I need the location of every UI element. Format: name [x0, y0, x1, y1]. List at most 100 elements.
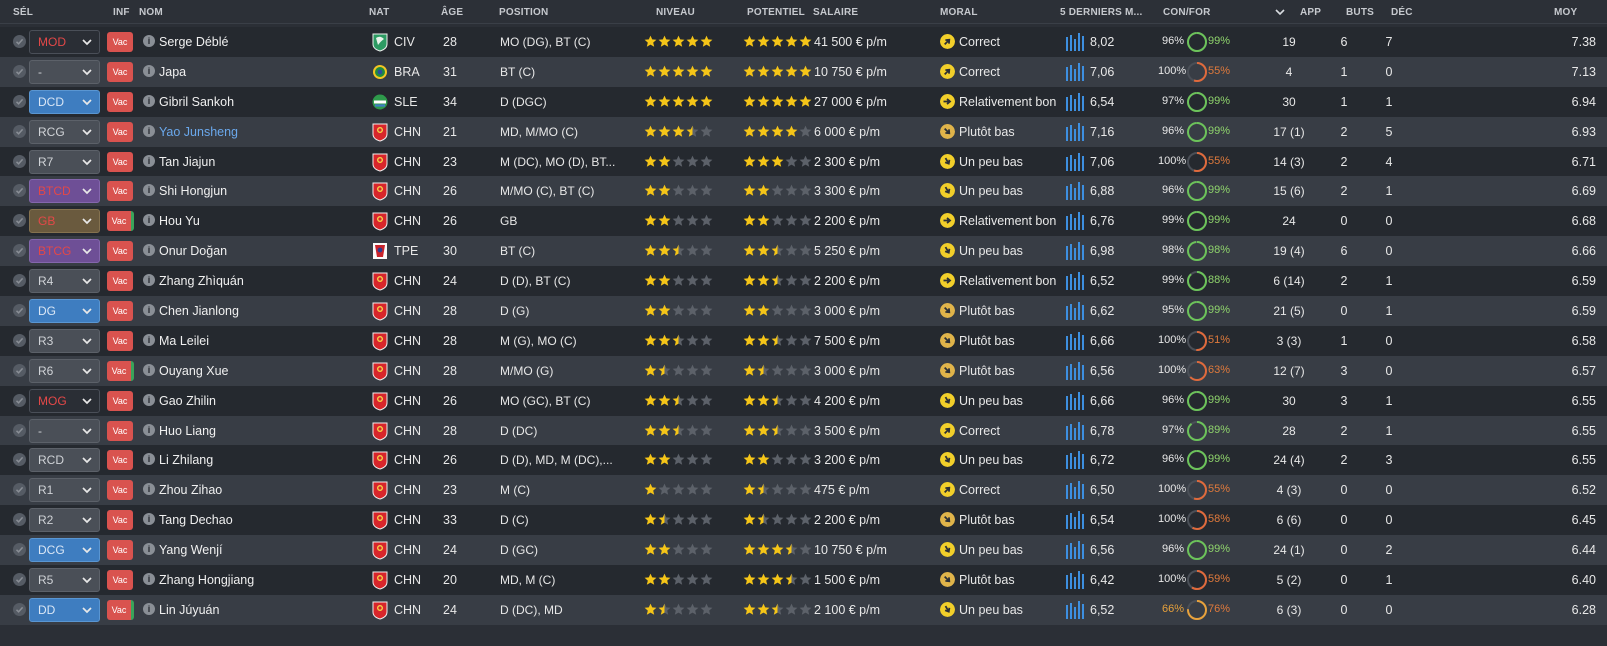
select-checkbox[interactable]	[13, 35, 26, 48]
col-derniers-matchs[interactable]: 5 DERNIERS M...	[1060, 7, 1142, 18]
select-checkbox[interactable]	[13, 602, 26, 616]
select-checkbox[interactable]	[13, 124, 26, 138]
selection-dropdown[interactable]: RCG	[29, 119, 100, 144]
select-checkbox[interactable]	[13, 154, 26, 168]
player-name[interactable]: Gibril Sankoh	[159, 95, 234, 109]
player-name[interactable]: Tang Dechao	[159, 513, 233, 527]
selection-dropdown[interactable]: DCD	[29, 89, 100, 114]
col-inf[interactable]: INF	[113, 7, 130, 18]
player-name[interactable]: Onur Doğan	[159, 244, 227, 258]
info-icon[interactable]: i	[143, 35, 155, 47]
info-icon[interactable]: i	[143, 244, 155, 257]
info-icon[interactable]: i	[143, 602, 155, 615]
table-row[interactable]: - Vac i Japa BRA 31 BT (C) 10 750 € p/m Correct 7…	[0, 56, 1607, 87]
player-name[interactable]: Gao Zhilin	[159, 394, 216, 408]
info-icon[interactable]: i	[143, 513, 155, 526]
selection-dropdown[interactable]: MOG	[29, 388, 100, 413]
vacation-badge[interactable]: Vac	[107, 211, 134, 232]
vacation-badge[interactable]: Vac	[107, 450, 133, 471]
select-checkbox[interactable]	[13, 573, 26, 587]
col-salaire[interactable]: SALAIRE	[813, 7, 858, 18]
info-icon[interactable]: i	[143, 423, 155, 436]
table-row[interactable]: RCD Vac i Li Zhilang CHN 26 D (D), MD, M (DC),…	[0, 445, 1607, 476]
selection-dropdown[interactable]: MOD	[29, 30, 100, 54]
col-app[interactable]: APP	[1300, 7, 1321, 18]
player-name[interactable]: Huo Liang	[159, 424, 216, 438]
select-checkbox[interactable]	[13, 214, 26, 228]
selection-dropdown[interactable]: R6	[29, 358, 100, 383]
vacation-badge[interactable]: Vac	[107, 91, 133, 112]
table-row[interactable]: R6 Vac i Ouyang Xue CHN 28 M/MO (G) 3 000 € p/m…	[0, 355, 1607, 386]
vacation-badge[interactable]: Vac	[107, 480, 133, 501]
player-name[interactable]: Zhou Zihao	[159, 483, 222, 497]
info-icon[interactable]: i	[143, 274, 155, 287]
player-name[interactable]: Yang Wenjí	[159, 543, 222, 557]
selection-dropdown[interactable]: DCG	[29, 538, 100, 563]
table-row[interactable]: R3 Vac i Ma Leilei CHN 28 M (G), MO (C) 7 500 €…	[0, 325, 1607, 356]
select-checkbox[interactable]	[13, 483, 26, 497]
selection-dropdown[interactable]: R1	[29, 478, 100, 503]
table-row[interactable]: R1 Vac i Zhou Zihao CHN 23 M (C) 475 € p/m Corre…	[0, 475, 1607, 506]
col-sel[interactable]: SÉL	[13, 7, 33, 18]
select-checkbox[interactable]	[13, 543, 26, 557]
player-name[interactable]: Ouyang Xue	[159, 364, 229, 378]
selection-dropdown[interactable]: BTCG	[29, 239, 100, 264]
info-icon[interactable]: i	[143, 393, 155, 406]
col-potentiel[interactable]: POTENTIEL	[747, 7, 805, 18]
table-row[interactable]: BTCD Vac i Shi Hongjun CHN 26 M/MO (C), BT (C)…	[0, 176, 1607, 207]
vacation-badge[interactable]: Vac	[107, 61, 133, 82]
info-icon[interactable]: i	[143, 214, 155, 227]
info-icon[interactable]: i	[143, 94, 155, 107]
player-name[interactable]: Tan Jiajun	[159, 155, 215, 169]
info-icon[interactable]: i	[143, 543, 155, 556]
info-icon[interactable]: i	[143, 333, 155, 346]
info-icon[interactable]: i	[143, 483, 155, 496]
vacation-badge[interactable]: Vac	[107, 121, 133, 142]
table-row[interactable]: - Vac i Huo Liang CHN 28 D (DC) 3 500 € p/m Corr…	[0, 415, 1607, 446]
selection-dropdown[interactable]: R3	[29, 328, 100, 353]
select-checkbox[interactable]	[13, 513, 26, 527]
selection-dropdown[interactable]: BTCD	[29, 179, 100, 204]
player-name[interactable]: Shi Hongjun	[159, 184, 227, 198]
vacation-badge[interactable]: Vac	[107, 181, 133, 202]
select-checkbox[interactable]	[13, 244, 26, 258]
player-name[interactable]: Zhang Hongjiang	[159, 573, 254, 587]
info-icon[interactable]: i	[143, 304, 155, 317]
col-moy[interactable]: MOY	[1554, 7, 1577, 18]
selection-dropdown[interactable]: GB	[29, 209, 100, 234]
vacation-badge[interactable]: Vac	[107, 32, 133, 52]
selection-dropdown[interactable]: DG	[29, 299, 100, 324]
player-name[interactable]: Ma Leilei	[159, 334, 209, 348]
chevron-down-icon[interactable]	[1275, 7, 1285, 17]
player-name[interactable]: Li Zhilang	[159, 453, 213, 467]
col-position[interactable]: POSITION	[499, 7, 548, 18]
col-buts[interactable]: BUTS	[1346, 7, 1374, 18]
info-icon[interactable]: i	[143, 453, 155, 466]
player-name[interactable]: Yao Junsheng	[159, 125, 238, 139]
vacation-badge[interactable]: Vac	[107, 570, 133, 591]
table-row[interactable]: R7 Vac i Tan Jiajun CHN 23 M (DC), MO (D), BT.…	[0, 146, 1607, 177]
table-row[interactable]: GB Vac i Hou Yu CHN 26 GB 2 200 € p/m Relativeme…	[0, 206, 1607, 237]
info-icon[interactable]: i	[143, 154, 155, 167]
vacation-badge[interactable]: Vac	[107, 540, 133, 561]
vacation-badge[interactable]: Vac	[107, 360, 134, 381]
table-row[interactable]: R4 Vac i Zhang Zhìquán CHN 24 D (D), BT (C) 2 2…	[0, 266, 1607, 297]
table-row[interactable]: MOD Vac i Serge Déblé CIV 28 MO (DG), BT (C) 41…	[0, 27, 1607, 57]
select-checkbox[interactable]	[13, 304, 26, 318]
vacation-badge[interactable]: Vac	[107, 271, 133, 292]
selection-dropdown[interactable]: -	[29, 418, 100, 443]
col-dec[interactable]: DÉC	[1391, 7, 1413, 18]
selection-dropdown[interactable]: R4	[29, 269, 100, 294]
table-row[interactable]: DCG Vac i Yang Wenjí CHN 24 D (GC) 10 750 € p/m…	[0, 535, 1607, 566]
table-row[interactable]: R5 Vac i Zhang Hongjiang CHN 20 MD, M (C) 1 500…	[0, 565, 1607, 595]
info-icon[interactable]: i	[143, 64, 155, 77]
select-checkbox[interactable]	[13, 333, 26, 347]
vacation-badge[interactable]: Vac	[107, 330, 133, 351]
vacation-badge[interactable]: Vac	[107, 420, 133, 441]
col-moral[interactable]: MORAL	[940, 7, 978, 18]
select-checkbox[interactable]	[13, 94, 26, 108]
select-checkbox[interactable]	[13, 274, 26, 288]
selection-dropdown[interactable]: R2	[29, 508, 100, 533]
table-row[interactable]: R2 Vac i Tang Dechao CHN 33 D (C) 2 200 € p/m Pl…	[0, 505, 1607, 536]
selection-dropdown[interactable]: DD	[29, 597, 100, 622]
